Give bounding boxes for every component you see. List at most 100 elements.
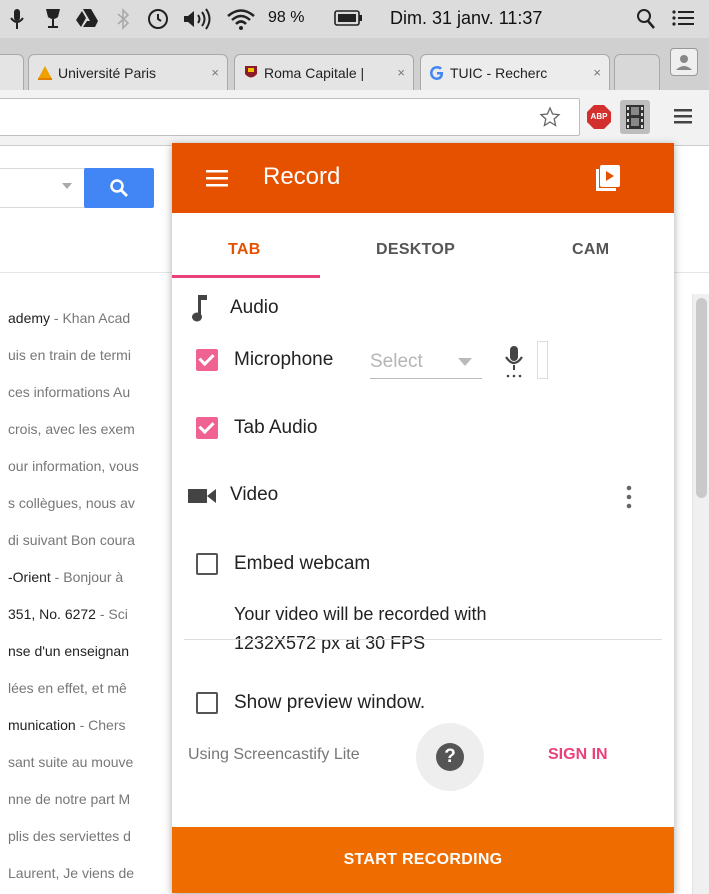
mail-sender: 351, No. 6272 <box>8 606 96 622</box>
google-favicon-icon <box>429 65 445 81</box>
battery-percentage: 98 % <box>268 9 305 26</box>
mail-row[interactable]: lées en effet, et mê <box>8 680 178 696</box>
notification-center-icon[interactable] <box>672 9 694 33</box>
time-machine-icon[interactable] <box>146 7 170 37</box>
scrollbar-thumb[interactable] <box>696 298 707 498</box>
recording-info: Your video will be recorded with 1232X57… <box>234 600 486 658</box>
tab-title: Roma Capitale | <box>264 64 365 81</box>
mail-row[interactable]: 351, No. 6272 - Sci <box>8 606 178 622</box>
tab-audio-checkbox[interactable] <box>196 417 218 439</box>
active-tab-indicator <box>172 275 320 278</box>
start-recording-label: START RECORDING <box>343 851 503 868</box>
dropdown-arrow-icon <box>458 358 472 366</box>
popup-title: Record <box>263 163 341 190</box>
screencastify-popup: Record TAB DESKTOP CAM Audio Microphone … <box>172 143 674 893</box>
roma-capitale-favicon-icon <box>243 65 259 81</box>
mail-row[interactable]: di suivant Bon coura <box>8 532 178 548</box>
hamburger-menu-icon[interactable] <box>206 169 228 192</box>
sign-in-button[interactable]: SIGN IN <box>548 746 608 764</box>
adblock-plus-icon[interactable]: ABP <box>586 104 612 130</box>
mail-row[interactable]: s collègues, nous av <box>8 495 178 511</box>
mail-row[interactable]: crois, avec les exem <box>8 421 178 437</box>
page-search-button[interactable] <box>84 168 154 208</box>
tab-tuic-recherche[interactable]: TUIC - Recherc × <box>420 54 610 90</box>
mail-row[interactable]: Laurent, Je viens de <box>8 865 178 881</box>
tab-universite-paris[interactable]: Université Paris × <box>28 54 228 90</box>
tab-cam[interactable]: CAM <box>572 241 609 259</box>
recording-info-line1: Your video will be recorded with <box>234 604 487 624</box>
tab-close-icon[interactable]: × <box>397 65 405 80</box>
microphone-icon <box>504 344 524 385</box>
mail-row[interactable]: munication - Chers <box>8 717 178 733</box>
mac-menu-bar: 98 % Dim. 31 janv. 11:37 <box>0 0 709 38</box>
divider <box>184 639 662 640</box>
caret-down-icon <box>62 183 72 189</box>
help-icon: ? <box>436 743 464 771</box>
mail-snippet: crois, avec les exem <box>8 421 135 437</box>
tab-partial[interactable] <box>0 54 24 90</box>
lite-version-text: Using Screencastify Lite <box>188 746 360 763</box>
battery-icon[interactable] <box>334 9 364 33</box>
mail-row[interactable]: uis en train de termi <box>8 347 178 363</box>
screencastify-extension-icon[interactable] <box>620 100 650 134</box>
tab-title: Université Paris <box>58 64 157 81</box>
mail-snippet: uis en train de termi <box>8 347 131 363</box>
mail-sender: ademy <box>8 310 51 326</box>
show-preview-checkbox[interactable] <box>196 692 218 714</box>
help-button[interactable]: ? <box>416 723 484 791</box>
tab-tab[interactable]: TAB <box>228 241 261 259</box>
microphone-checkbox[interactable] <box>196 349 218 371</box>
mail-snippet: ces informations Au <box>8 384 131 400</box>
mail-snippet: Laurent, Je viens de <box>8 865 135 881</box>
page-search-input[interactable] <box>0 168 86 208</box>
audio-label: Audio <box>230 297 279 318</box>
recording-info-line2: 1232X572 px at 30 FPS <box>234 633 426 653</box>
tab-title: TUIC - Recherc <box>450 64 548 81</box>
more-options-icon[interactable] <box>626 485 632 514</box>
tab-close-icon[interactable]: × <box>211 65 219 80</box>
microphone-label: Microphone <box>234 349 334 370</box>
start-recording-button[interactable]: START RECORDING <box>172 827 674 893</box>
mail-row[interactable]: plis des serviettes d <box>8 828 178 844</box>
music-note-icon <box>192 293 208 328</box>
embed-webcam-checkbox[interactable] <box>196 553 218 575</box>
clock-datetime[interactable]: Dim. 31 janv. 11:37 <box>390 8 542 29</box>
microphone-icon[interactable] <box>10 8 24 36</box>
videocam-icon <box>188 487 218 510</box>
mail-row[interactable]: ces informations Au <box>8 384 178 400</box>
mail-snippet: plis des serviettes d <box>8 828 131 844</box>
mail-snippet: s collègues, nous av <box>8 495 135 511</box>
video-library-icon[interactable] <box>596 165 620 196</box>
profile-icon[interactable] <box>670 48 698 76</box>
mail-snippet: - Chers <box>75 717 126 733</box>
mail-sender: munication <box>8 717 76 733</box>
tab-desktop[interactable]: DESKTOP <box>376 241 455 259</box>
embed-webcam-label: Embed webcam <box>234 553 371 574</box>
mail-sender: -Orient <box>8 569 51 585</box>
volume-icon[interactable] <box>182 8 216 36</box>
chrome-menu-icon[interactable] <box>674 108 692 129</box>
tab-roma-capitale[interactable]: Roma Capitale | × <box>234 54 414 90</box>
bluetooth-icon[interactable] <box>116 8 130 35</box>
mail-row[interactable]: ademy - Khan Acad <box>8 310 178 326</box>
popup-header: Record <box>172 143 674 213</box>
google-drive-icon[interactable] <box>76 8 98 34</box>
mail-row[interactable]: nne de notre part M <box>8 791 178 807</box>
mail-row[interactable]: our information, vous <box>8 458 178 474</box>
microphone-select[interactable]: Select <box>370 346 482 379</box>
new-tab-button[interactable] <box>614 54 660 90</box>
spotlight-search-icon[interactable] <box>636 8 656 36</box>
mail-row[interactable]: sant suite au mouve <box>8 754 178 770</box>
popup-tabs: TAB DESKTOP CAM <box>172 213 674 279</box>
mail-snippet: nne de notre part M <box>8 791 131 807</box>
mail-snippet: sant suite au mouve <box>8 754 134 770</box>
tab-audio-label: Tab Audio <box>234 417 318 438</box>
tab-close-icon[interactable]: × <box>593 65 601 80</box>
wifi-icon[interactable] <box>227 8 255 36</box>
show-preview-label: Show preview window. <box>234 692 426 713</box>
mail-row[interactable]: -Orient - Bonjour à <box>8 569 178 585</box>
wine-glass-icon[interactable] <box>44 8 62 36</box>
address-bar[interactable] <box>0 98 580 136</box>
bookmark-star-icon[interactable] <box>539 106 561 133</box>
mail-row[interactable]: nse d'un enseignan <box>8 643 178 659</box>
